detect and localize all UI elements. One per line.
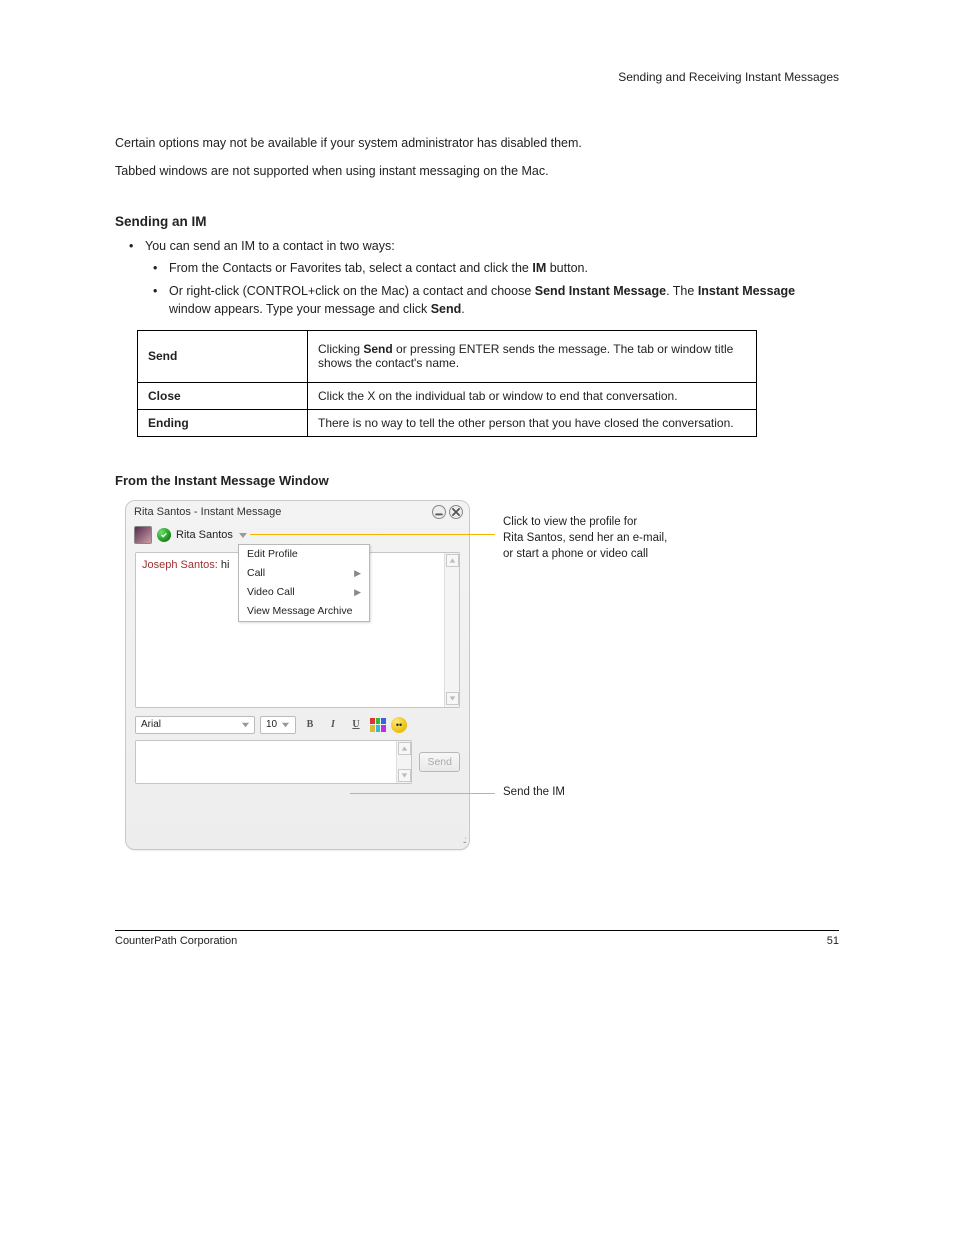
send-button[interactable]: Send — [419, 752, 460, 772]
color-picker-icon[interactable] — [370, 718, 386, 732]
cell-close-desc: Click the X on the individual tab or win… — [308, 382, 757, 409]
close-button[interactable] — [449, 505, 463, 519]
message-sender: Joseph Santos: — [142, 559, 218, 571]
presence-icon — [157, 528, 171, 542]
compose-scroll-up-icon[interactable] — [398, 742, 411, 755]
page-number: 51 — [237, 935, 839, 947]
contact-menu-trigger[interactable] — [238, 530, 248, 540]
compose-input[interactable] — [135, 740, 412, 784]
subsection-heading: From the Instant Message Window — [115, 473, 839, 488]
callout-line-bottom — [350, 793, 495, 794]
im-title-text: Rita Santos - Instant Message — [134, 506, 281, 518]
menu-video-call[interactable]: Video Call▶ — [239, 583, 369, 602]
resize-grip-icon[interactable]: ..: — [463, 835, 465, 846]
contact-dropdown: Edit Profile Call▶ Video Call▶ View Mess… — [238, 544, 370, 622]
scroll-up-icon[interactable] — [446, 554, 459, 567]
message-body: hi — [218, 559, 230, 571]
minimize-button[interactable] — [432, 505, 446, 519]
cell-ending-label: Ending — [138, 409, 308, 436]
options-table: Send Clicking Send or pressing ENTER sen… — [137, 330, 757, 437]
italic-button[interactable]: I — [324, 716, 342, 734]
conversation-scrollbar[interactable] — [444, 553, 459, 707]
subbullet-2: Or right-click (CONTROL+click on the Mac… — [115, 282, 839, 318]
intro-para-1: Certain options may not be available if … — [115, 134, 839, 152]
cell-send-desc: Clicking Send or pressing ENTER sends th… — [308, 330, 757, 382]
page-running-header: Sending and Receiving Instant Messages — [115, 70, 839, 84]
bold-button[interactable]: B — [301, 716, 319, 734]
subbullet-1: From the Contacts or Favorites tab, sele… — [115, 259, 839, 277]
scroll-down-icon[interactable] — [446, 692, 459, 705]
callout-top: Click to view the profile for Rita Santo… — [503, 516, 763, 560]
cell-ending-desc: There is no way to tell the other person… — [308, 409, 757, 436]
footer-left: CounterPath Corporation — [115, 935, 237, 947]
im-titlebar: Rita Santos - Instant Message — [126, 501, 469, 522]
page-footer: CounterPath Corporation 51 — [115, 930, 839, 947]
im-window: Rita Santos - Instant Message Rita Santo… — [125, 500, 470, 850]
menu-call[interactable]: Call▶ — [239, 564, 369, 583]
menu-view-archive[interactable]: View Message Archive — [239, 602, 369, 621]
menu-edit-profile[interactable]: Edit Profile — [239, 545, 369, 564]
callout-bottom: Send the IM — [503, 786, 763, 798]
intro-para-2: Tabbed windows are not supported when us… — [115, 162, 839, 180]
compose-scrollbar[interactable] — [396, 741, 411, 783]
avatar — [134, 526, 152, 544]
font-size-select[interactable]: 10 — [260, 716, 296, 734]
compose-scroll-down-icon[interactable] — [398, 769, 411, 782]
format-toolbar: Arial 10 B I U •• — [135, 716, 460, 734]
emoticon-icon[interactable]: •• — [391, 717, 407, 733]
underline-button[interactable]: U — [347, 716, 365, 734]
bullet-intro: You can send an IM to a contact in two w… — [115, 237, 839, 255]
contact-name: Rita Santos — [176, 529, 233, 541]
callout-line-top — [250, 534, 495, 535]
cell-send-label: Send — [138, 330, 308, 382]
cell-close-label: Close — [138, 382, 308, 409]
section-heading: Sending an IM — [115, 214, 839, 229]
font-family-select[interactable]: Arial — [135, 716, 255, 734]
